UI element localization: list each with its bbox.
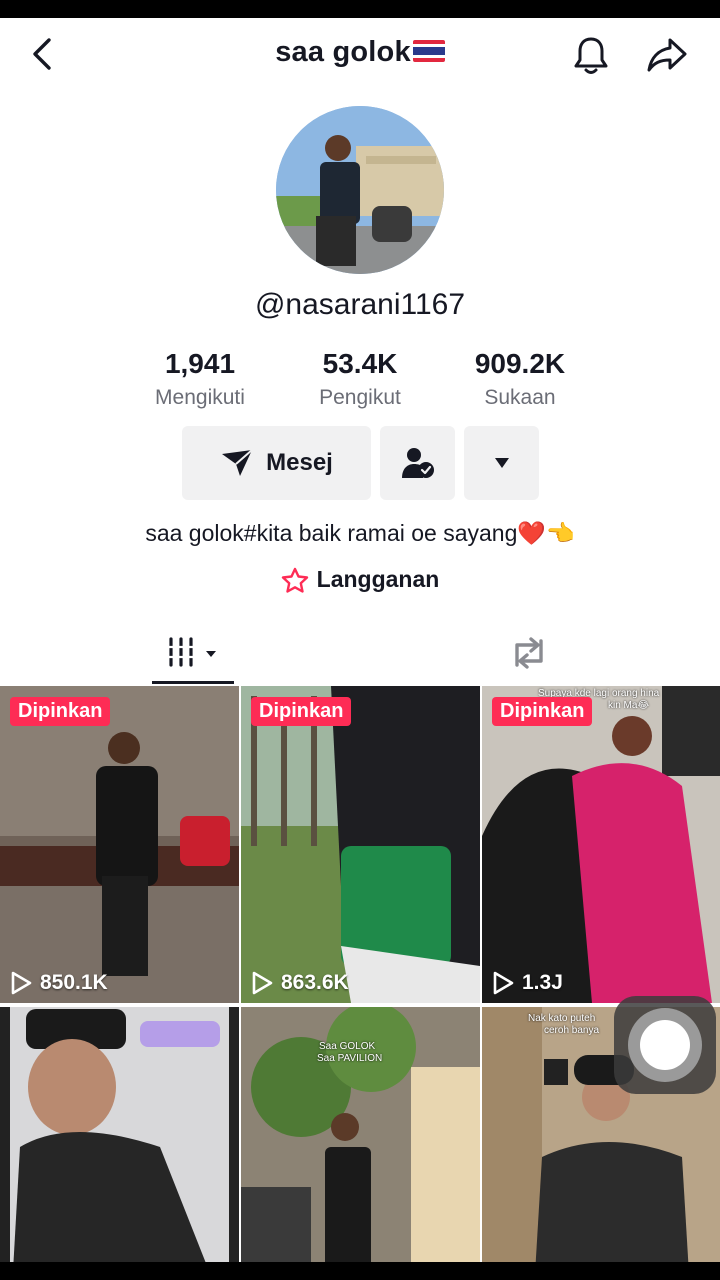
video-caption-overlay: Nak kato puteh [528,1013,596,1024]
tab-reposts[interactable] [488,622,570,684]
video-caption-overlay: Saa GOLOK [319,1041,376,1052]
star-badge-icon [281,567,308,593]
followers-count: 53.4K [322,348,398,379]
bio-text: saa golok#kita baik ramai oe sayang❤️👈 [145,520,575,546]
likes-count: 909.2K [474,348,566,379]
video-preview-image [0,1007,239,1280]
message-button-label: Mesej [266,449,333,476]
video-caption-overlay-2: ceroh banya [544,1025,600,1036]
avatar[interactable] [276,106,444,274]
following-status-button[interactable] [380,426,455,500]
followers-stat[interactable]: 53.4K Pengikut [280,348,440,418]
video-thumbnail-3[interactable]: Supaya kde lagi orang hina kin Ma😂 Dipin… [482,686,720,1003]
content-tabs [0,622,720,684]
following-count: 1,941 [164,348,236,379]
view-count-value: 863.6K [281,971,349,994]
subscription-link[interactable]: Langganan [0,566,720,593]
video-preview-image [0,686,239,1003]
video-thumbnail-2[interactable]: Dipinkan 863.6K [241,686,480,1003]
play-icon [493,971,514,995]
video-thumbnail-1[interactable]: Dipinkan 850.1K [0,686,239,1003]
username-handle: @nasarani1167 [254,288,466,321]
header: saa golok [0,18,720,92]
user-check-icon [401,448,434,478]
pinned-badge: Dipinkan [10,697,111,726]
message-button[interactable]: Mesej [182,426,371,500]
video-caption-overlay-2: Saa PAVILION [317,1053,383,1064]
view-count-value: 850.1K [40,971,108,994]
status-bar [0,0,720,18]
likes-label: Sukaan [484,386,556,409]
view-count: 1.3J [492,971,563,995]
share-icon [647,38,687,72]
view-count: 850.1K [10,971,108,995]
bell-icon [574,37,608,74]
suggested-accounts-button[interactable] [464,426,539,500]
play-icon [11,971,32,995]
video-preview-image [241,686,480,1003]
grid-icon [167,636,216,667]
pinned-badge: Dipinkan [251,697,352,726]
subscription-label: Langganan [316,566,440,592]
video-thumbnail-4[interactable] [0,1007,239,1280]
profile-name: saa golok [275,36,411,68]
profile-actions: Mesej [182,426,539,500]
caret-down-icon [494,458,509,468]
share-button[interactable] [644,32,690,78]
view-count: 863.6K [251,971,349,995]
video-preview-image [482,686,720,1003]
following-label: Mengikuti [155,386,245,409]
tab-videos[interactable] [152,622,234,684]
notification-button[interactable] [568,32,614,78]
floating-record-button[interactable] [614,996,716,1094]
play-icon [252,971,273,995]
pinned-badge: Dipinkan [492,697,593,726]
repost-icon [515,637,543,669]
followers-label: Pengikut [319,386,401,409]
record-ring-icon [628,1008,702,1082]
following-stat[interactable]: 1,941 Mengikuti [120,348,280,418]
stats-row: 1,941 Mengikuti 53.4K Pengikut 909.2K Su… [120,348,600,418]
video-caption-overlay-2: kin Ma😂 [608,700,650,711]
likes-stat[interactable]: 909.2K Sukaan [440,348,600,418]
video-thumbnail-5[interactable]: Saa GOLOK Saa PAVILION [241,1007,480,1280]
view-count-value: 1.3J [522,971,563,994]
video-grid: Dipinkan 850.1K Dipinkan 863.6K Supaya k… [0,686,720,1280]
send-icon [222,449,253,476]
thailand-flag-icon [412,37,445,70]
bottom-bar [0,1262,720,1280]
